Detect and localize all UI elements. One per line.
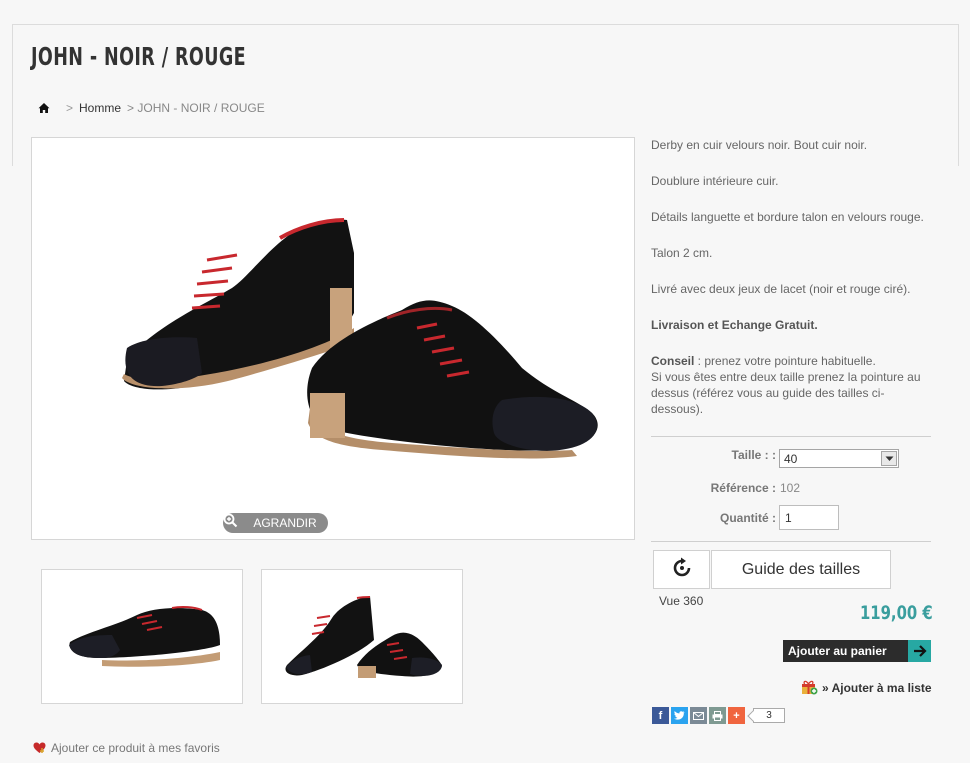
print-icon[interactable] (709, 707, 726, 724)
breadcrumb-link-homme[interactable]: Homme (79, 101, 121, 115)
add-to-favorites-label: Ajouter ce produit à mes favoris (51, 741, 220, 755)
description-line-1: Derby en cuir velours noir. Bout cuir no… (651, 138, 868, 152)
thumbnail-shoe-side (69, 605, 220, 667)
chevron-down-icon[interactable] (881, 451, 897, 466)
content-frame-top (12, 24, 958, 25)
quantity-label: Quantité : (720, 511, 776, 525)
size-label: Taille : : (731, 448, 776, 462)
product-description: Derby en cuir velours noir. Bout cuir no… (651, 137, 935, 437)
breadcrumb: > Homme > JOHN - NOIR / ROUGE (38, 101, 265, 115)
thumbnail-2[interactable] (261, 569, 463, 704)
home-icon[interactable] (38, 102, 50, 114)
shoes-illustration (122, 218, 598, 459)
description-line-2: Doublure intérieure cuir. (651, 174, 779, 188)
description-advice: Conseil : prenez votre pointure habituel… (651, 353, 935, 417)
divider-bottom (651, 541, 931, 542)
description-line-6: Livraison et Echange Gratuit. (651, 318, 818, 332)
facebook-icon[interactable]: f (652, 707, 669, 724)
plus-icon[interactable]: + (728, 707, 745, 724)
advice-label: Conseil (651, 354, 695, 368)
description-line-4: Talon 2 cm. (651, 246, 713, 260)
content-frame-right (958, 24, 959, 166)
thumbnail-shoe-pair (285, 596, 442, 678)
page-title: JOHN - NOIR / ROUGE (31, 42, 246, 71)
size-guide-button[interactable]: Guide des tailles (711, 550, 891, 589)
thumbnail-1[interactable] (41, 569, 243, 704)
add-to-favorites-link[interactable]: Ajouter ce produit à mes favoris (33, 741, 220, 755)
twitter-icon[interactable] (671, 707, 688, 724)
view-360-label: Vue 360 (659, 594, 704, 608)
main-product-image[interactable]: AGRANDIR (31, 137, 635, 540)
email-icon[interactable] (690, 707, 707, 724)
enlarge-button[interactable]: AGRANDIR (223, 513, 328, 533)
reference-value: 102 (780, 481, 801, 495)
description-line-3: Détails languette et bordure talon en ve… (651, 210, 924, 224)
share-count: 3 (753, 708, 785, 723)
add-to-wishlist-link[interactable]: » Ajouter à ma liste (801, 680, 932, 695)
arrow-right-icon (908, 640, 931, 662)
rotate-360-icon (671, 557, 693, 582)
breadcrumb-current: > JOHN - NOIR / ROUGE (127, 101, 265, 115)
zoom-in-icon (223, 513, 249, 531)
advice-text: : prenez votre pointure habituelle. (694, 354, 876, 368)
add-to-cart-label: Ajouter au panier (788, 644, 887, 658)
product-price: 119,00 € (860, 602, 933, 624)
heart-icon (33, 742, 46, 754)
gift-icon (801, 680, 818, 695)
content-frame-left (12, 24, 13, 166)
advice-more: Si vous êtes entre deux taille prenez la… (651, 370, 921, 416)
breadcrumb-separator: > (66, 101, 74, 115)
add-to-wishlist-label: » Ajouter à ma liste (822, 680, 932, 695)
reference-label: Référence : (710, 481, 776, 495)
share-bar: f + 3 (652, 707, 785, 724)
enlarge-label: AGRANDIR (253, 516, 317, 530)
description-line-5: Livré avec deux jeux de lacet (noir et r… (651, 282, 911, 296)
view-360-button[interactable] (653, 550, 710, 589)
add-to-cart-button[interactable]: Ajouter au panier (783, 640, 931, 662)
size-select-value: 40 (784, 452, 798, 466)
size-select[interactable]: 40 (779, 449, 899, 468)
divider-top (651, 436, 931, 437)
quantity-input[interactable]: 1 (779, 505, 839, 530)
